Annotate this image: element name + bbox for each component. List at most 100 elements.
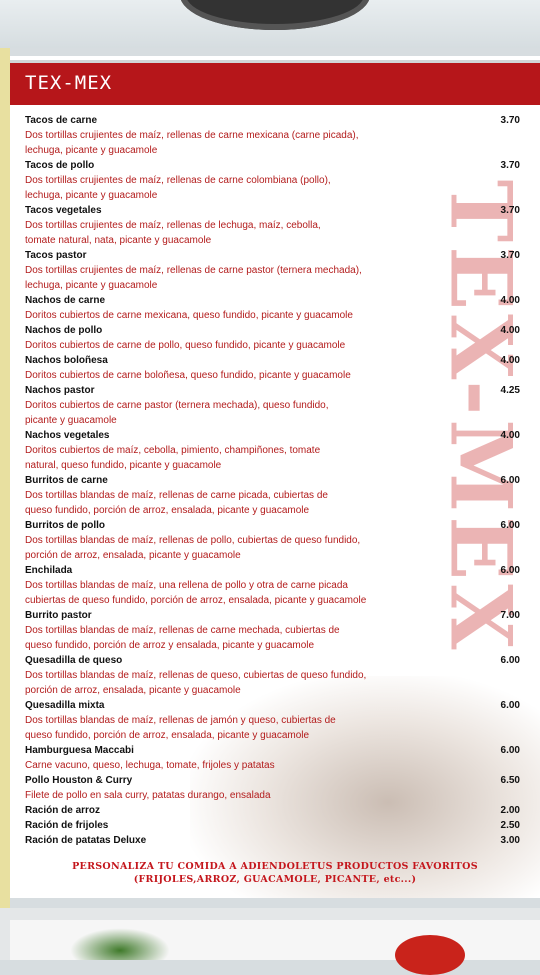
menu-item[interactable]: Tacos de carne 3.70 Dos tortillas crujient… (25, 113, 520, 158)
item-description: Doritos cubiertos de carne pastor (terne… (25, 400, 329, 411)
menu-item[interactable]: Nachos pastor 4.25 Doritos cubiertos de ca… (25, 383, 520, 428)
menu-item[interactable]: Ración de arroz 2.00 (25, 803, 520, 818)
menu-items-list: Tacos de carne 3.70 Dos tortillas crujient… (25, 113, 520, 848)
item-description: picante y guacamole (25, 415, 117, 426)
item-name: Pollo Houston & Curry (25, 775, 133, 786)
item-price: 7.00 (500, 610, 520, 621)
item-name: Hamburguesa Maccabi (25, 745, 134, 756)
item-price: 4.00 (500, 355, 520, 366)
item-description: Doritos cubiertos de maíz, cebolla, pimi… (25, 445, 321, 456)
item-name: Quesadilla de queso (25, 655, 123, 666)
bowl-image (180, 0, 370, 30)
menu-item[interactable]: Burritos de carne 6.00 Dos tortillas bland… (25, 473, 520, 518)
item-price: 6.50 (500, 775, 520, 786)
item-name: Nachos de carne (25, 295, 106, 306)
item-description: Dos tortillas blandas de maíz, una relle… (25, 580, 348, 591)
item-price: 2.50 (500, 820, 520, 831)
item-name: Burrito pastor (25, 610, 92, 621)
menu-item[interactable]: Tacos de pollo 3.70 Dos tortillas crujient… (25, 158, 520, 203)
item-description: Dos tortillas crujientes de maíz, rellen… (25, 265, 362, 276)
footer-line-1: PERSONALIZA TU COMIDA A ADIENDOLETUS PRO… (72, 861, 478, 872)
item-price: 6.00 (500, 700, 520, 711)
menu-item[interactable]: Nachos vegetales 4.00 Doritos cubiertos de… (25, 428, 520, 473)
item-name: Ración de patatas Deluxe (25, 835, 147, 846)
item-description: porción de arroz, ensalada, picante y gu… (25, 550, 241, 561)
menu-item[interactable]: Quesadilla mixta 6.00 Dos tortillas blanda… (25, 698, 520, 743)
item-description: Dos tortillas blandas de maíz, rellenas … (25, 490, 328, 501)
pepper-image (395, 935, 465, 975)
item-name: Burritos de pollo (25, 520, 105, 531)
item-price: 6.00 (500, 565, 520, 576)
item-price: 3.70 (500, 205, 520, 216)
item-name: Tacos vegetales (25, 205, 102, 216)
item-price: 6.00 (500, 475, 520, 486)
footer-line-2: (FRIJOLES,ARROZ, GUACAMOLE, PICANTE, etc… (133, 874, 417, 885)
menu-item[interactable]: Tacos vegetales 3.70 Dos tortillas crujien… (25, 203, 520, 248)
item-price: 4.25 (500, 385, 520, 396)
menu-item[interactable]: Enchilada 6.00 Dos tortillas blandas de ma… (25, 563, 520, 608)
menu-item[interactable]: Quesadilla de queso 6.00 Dos tortillas bla… (25, 653, 520, 698)
item-name: Tacos de pollo (25, 160, 95, 171)
item-name: Ración de frijoles (25, 820, 109, 831)
item-price: 3.00 (500, 835, 520, 846)
item-description: Doritos cubiertos de carne mexicana, que… (25, 310, 353, 321)
item-description: cubiertas de queso fundido, porción de a… (25, 595, 367, 606)
item-description: lechuga, picante y guacamole (25, 145, 158, 156)
menu-item[interactable]: Burrito pastor 7.00 Dos tortillas blandas … (25, 608, 520, 653)
item-description: Doritos cubiertos de carne de pollo, que… (25, 340, 346, 351)
menu-item[interactable]: Nachos boloñesa 4.00 Doritos cubiertos de … (25, 353, 520, 383)
item-price: 3.70 (500, 250, 520, 261)
menu-item[interactable]: Burritos de pollo 6.00 Dos tortillas bland… (25, 518, 520, 563)
item-name: Nachos de pollo (25, 325, 103, 336)
item-name: Enchilada (25, 565, 73, 576)
item-description: Filete de pollo en sala curry, patatas d… (25, 790, 271, 801)
menu-card: TEX-MEX TEX-MEX Tacos de carne 3.70 Dos to… (10, 56, 540, 898)
item-name: Tacos de carne (25, 115, 98, 126)
menu-item[interactable]: Nachos de carne 4.00 Doritos cubiertos de … (25, 293, 520, 323)
menu-item[interactable]: Hamburguesa Maccabi 6.00 Carne vacuno, que… (25, 743, 520, 773)
menu-item[interactable]: Ración de patatas Deluxe 3.00 (25, 833, 520, 848)
item-description: Dos tortillas crujientes de maíz, rellen… (25, 175, 331, 186)
item-description: Dos tortillas blandas de maíz, rellenas … (25, 625, 340, 636)
item-price: 3.70 (500, 160, 520, 171)
item-price: 2.00 (500, 805, 520, 816)
page-edge (0, 48, 10, 908)
item-description: lechuga, picante y guacamole (25, 280, 158, 291)
item-description: porción de arroz, ensalada, picante y gu… (25, 685, 241, 696)
section-title: TEX-MEX (25, 72, 113, 94)
item-description: Dos tortillas blandas de maíz, rellenas … (25, 535, 361, 546)
item-description: lechuga, picante y guacamole (25, 190, 158, 201)
item-price: 4.00 (500, 430, 520, 441)
menu-item[interactable]: Tacos pastor 3.70 Dos tortillas crujientes… (25, 248, 520, 293)
item-description: Dos tortillas crujientes de maíz, rellen… (25, 130, 359, 141)
footer-note: PERSONALIZA TU COMIDA A ADIENDOLETUS PRO… (10, 860, 540, 886)
item-name: Ración de arroz (25, 805, 101, 816)
item-name: Nachos vegetales (25, 430, 110, 441)
herb-image (70, 928, 170, 960)
item-description: Doritos cubiertos de carne boloñesa, que… (25, 370, 351, 381)
item-price: 4.00 (500, 295, 520, 306)
menu-item[interactable]: Pollo Houston & Curry 6.50 Filete de pollo… (25, 773, 520, 803)
section-header: TEX-MEX (10, 60, 540, 105)
item-description: Carne vacuno, queso, lechuga, tomate, fr… (25, 760, 275, 771)
item-name: Burritos de carne (25, 475, 108, 486)
item-name: Quesadilla mixta (25, 700, 105, 711)
item-price: 6.00 (500, 655, 520, 666)
item-price: 3.70 (500, 115, 520, 126)
item-description: Dos tortillas blandas de maíz, rellenas … (25, 670, 367, 681)
item-description: Dos tortillas crujientes de maíz, rellen… (25, 220, 321, 231)
item-description: natural, queso fundido, picante y guacam… (25, 460, 222, 471)
item-name: Tacos pastor (25, 250, 87, 261)
item-price: 6.00 (500, 520, 520, 531)
top-food-photo (0, 0, 540, 48)
item-description: queso fundido, porción de arroz, ensalad… (25, 505, 310, 516)
item-description: Dos tortillas blandas de maíz, rellenas … (25, 715, 336, 726)
item-name: Nachos boloñesa (25, 355, 108, 366)
item-description: queso fundido, porción de arroz y ensala… (25, 640, 315, 651)
item-description: queso fundido, porción de arroz, ensalad… (25, 730, 310, 741)
menu-item[interactable]: Ración de frijoles 2.50 (25, 818, 520, 833)
item-name: Nachos pastor (25, 385, 95, 396)
item-price: 6.00 (500, 745, 520, 756)
item-description: tomate natural, nata, picante y guacamol… (25, 235, 212, 246)
menu-item[interactable]: Nachos de pollo 4.00 Doritos cubiertos de … (25, 323, 520, 353)
